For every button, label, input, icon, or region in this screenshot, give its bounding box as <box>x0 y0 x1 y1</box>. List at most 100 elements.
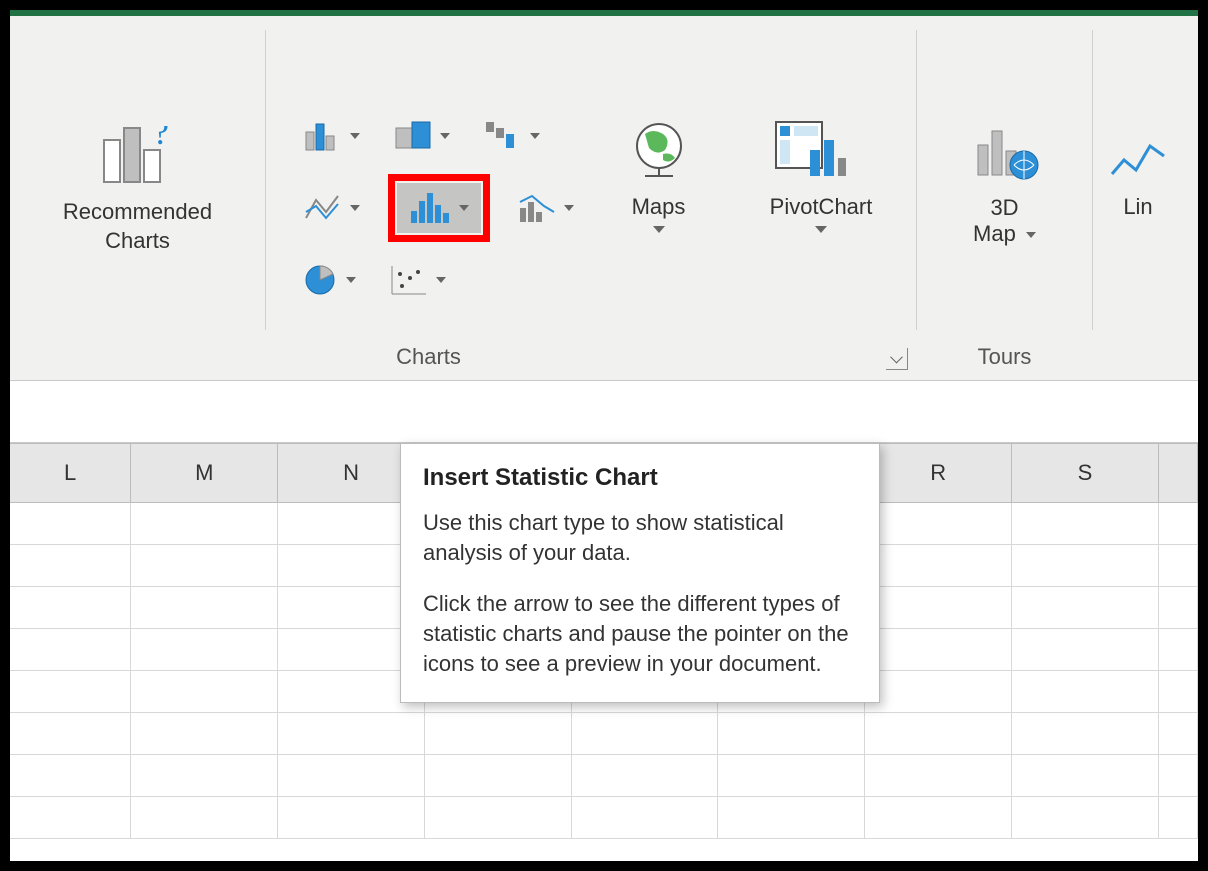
pie-chart-icon <box>304 264 340 296</box>
cell[interactable] <box>10 797 131 839</box>
sparklines-group: Lin <box>1093 16 1183 380</box>
table-row <box>10 797 1198 839</box>
scatter-chart-button[interactable] <box>384 260 452 300</box>
cell[interactable] <box>278 713 425 755</box>
cell[interactable] <box>1012 755 1159 797</box>
recommended-charts-icon: ? <box>98 126 178 186</box>
line-chart-button[interactable] <box>298 174 366 242</box>
cell[interactable] <box>865 713 1012 755</box>
cell[interactable] <box>10 629 131 671</box>
chevron-down-icon <box>653 226 665 233</box>
cell[interactable] <box>718 713 865 755</box>
sparkline-line-button[interactable]: Lin <box>1110 136 1166 220</box>
maps-group: Maps <box>591 16 726 380</box>
cell[interactable] <box>865 587 1012 629</box>
cell[interactable] <box>865 545 1012 587</box>
pivotchart-button[interactable]: PivotChart <box>770 116 873 233</box>
tooltip-insert-statistic-chart: Insert Statistic Chart Use this chart ty… <box>400 443 880 703</box>
cell[interactable] <box>718 755 865 797</box>
cell[interactable] <box>131 797 278 839</box>
cell[interactable] <box>425 713 572 755</box>
cell[interactable] <box>1012 671 1159 713</box>
column-chart-icon <box>304 120 344 152</box>
cell[interactable] <box>865 797 1012 839</box>
column-header[interactable]: R <box>865 444 1012 502</box>
column-chart-button[interactable] <box>298 116 366 156</box>
3d-map-button[interactable]: 3D Map <box>966 121 1044 247</box>
chevron-down-icon <box>530 133 540 139</box>
cell[interactable] <box>278 755 425 797</box>
ribbon: ? Recommended Charts <box>10 16 1198 381</box>
cell[interactable] <box>131 671 278 713</box>
cell[interactable] <box>1012 797 1159 839</box>
cell[interactable] <box>10 755 131 797</box>
cell[interactable] <box>1159 587 1198 629</box>
cell[interactable] <box>572 713 719 755</box>
column-header[interactable]: L <box>10 444 131 502</box>
cell[interactable] <box>1159 545 1198 587</box>
column-header[interactable]: M <box>131 444 278 502</box>
combo-chart-icon <box>518 192 558 224</box>
cell[interactable] <box>131 755 278 797</box>
cell[interactable] <box>865 503 1012 545</box>
charts-group-label: Charts <box>396 344 461 370</box>
cell[interactable] <box>425 797 572 839</box>
cell[interactable] <box>718 797 865 839</box>
cell[interactable] <box>10 587 131 629</box>
cell[interactable] <box>1012 545 1159 587</box>
maps-label: Maps <box>632 194 686 220</box>
tooltip-body-1: Use this chart type to show statistical … <box>423 508 857 567</box>
line-chart-icon <box>304 192 344 224</box>
chevron-down-icon <box>564 205 574 211</box>
pivotchart-label: PivotChart <box>770 194 873 220</box>
hierarchy-chart-icon <box>394 120 434 152</box>
cell[interactable] <box>1159 713 1198 755</box>
cell[interactable] <box>865 755 1012 797</box>
cell[interactable] <box>1012 629 1159 671</box>
statistic-chart-button[interactable] <box>397 183 481 233</box>
cell[interactable] <box>131 713 278 755</box>
cell[interactable] <box>10 671 131 713</box>
table-row <box>10 713 1198 755</box>
cell[interactable] <box>10 713 131 755</box>
chevron-down-icon <box>346 277 356 283</box>
cell[interactable] <box>1012 713 1159 755</box>
cell[interactable] <box>10 545 131 587</box>
cell[interactable] <box>1012 503 1159 545</box>
cell[interactable] <box>1159 503 1198 545</box>
maps-button[interactable]: Maps <box>623 116 695 233</box>
cell[interactable] <box>1159 755 1198 797</box>
3d-map-label: 3D Map <box>973 195 1019 246</box>
cell[interactable] <box>278 797 425 839</box>
cell[interactable] <box>572 755 719 797</box>
cell[interactable] <box>131 629 278 671</box>
chevron-down-icon <box>1026 232 1036 238</box>
pivotchart-group: PivotChart <box>726 16 916 380</box>
formula-bar[interactable] <box>10 381 1198 443</box>
pie-chart-button[interactable] <box>298 260 362 300</box>
cell[interactable] <box>131 503 278 545</box>
highlight-annotation <box>388 174 490 242</box>
cell[interactable] <box>1159 797 1198 839</box>
recommended-charts-button[interactable]: ? <box>98 126 178 186</box>
chevron-down-icon <box>440 133 450 139</box>
worksheet: LMNRS Insert Statistic Chart Use this ch… <box>10 443 1198 839</box>
waterfall-chart-button[interactable] <box>478 116 546 156</box>
cell[interactable] <box>10 503 131 545</box>
cell[interactable] <box>865 629 1012 671</box>
globe-icon <box>623 116 695 184</box>
charts-dialog-launcher[interactable] <box>886 348 908 370</box>
column-header[interactable]: S <box>1012 444 1159 502</box>
column-header[interactable] <box>1159 444 1198 502</box>
cell[interactable] <box>425 755 572 797</box>
cell[interactable] <box>865 671 1012 713</box>
cell[interactable] <box>572 797 719 839</box>
cell[interactable] <box>1012 587 1159 629</box>
cell[interactable] <box>131 587 278 629</box>
hierarchy-chart-button[interactable] <box>388 116 456 156</box>
cell[interactable] <box>1159 629 1198 671</box>
cell[interactable] <box>1159 671 1198 713</box>
chevron-down-icon <box>350 205 360 211</box>
cell[interactable] <box>131 545 278 587</box>
combo-chart-button[interactable] <box>512 174 580 242</box>
